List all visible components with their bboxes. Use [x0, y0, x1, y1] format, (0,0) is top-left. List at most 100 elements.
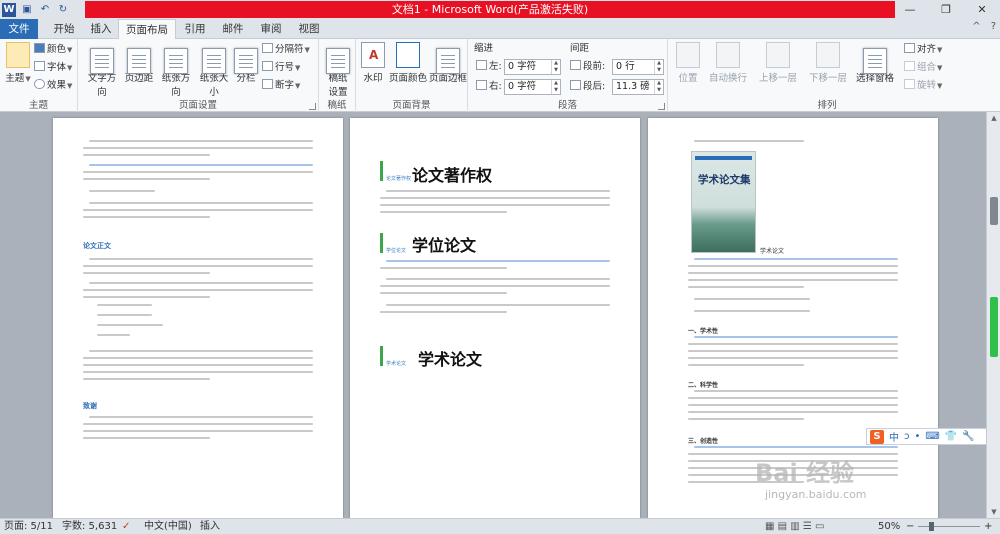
wrap-text-icon [716, 42, 740, 68]
help-icon[interactable]: ? [991, 21, 996, 32]
theme-colors-button[interactable]: 颜色▼ [34, 42, 72, 58]
group-objects-button[interactable]: 组合▼ [904, 60, 942, 76]
page-borders-button[interactable]: 页面边框 [428, 42, 468, 84]
text-line [89, 258, 313, 260]
sogou-logo-icon[interactable]: S [870, 429, 884, 444]
status-language[interactable]: 中文(中国) [144, 519, 192, 534]
align-button[interactable]: 对齐▼ [904, 42, 942, 58]
ime-punct-icon[interactable]: ↄ [904, 431, 910, 442]
book-cover-title: 学术论文集 [698, 174, 751, 186]
line-numbers-button[interactable]: 行号▼ [262, 60, 300, 76]
text-line [694, 140, 804, 142]
ime-mode-label[interactable]: 中 [889, 429, 899, 444]
text-line [83, 430, 313, 432]
columns-button[interactable]: 分栏 [234, 42, 258, 84]
breaks-button[interactable]: 分隔符▼ [262, 42, 310, 58]
text-line [688, 364, 804, 366]
status-page[interactable]: 页面: 5/11 [4, 519, 53, 534]
hyphenation-button[interactable]: 断字▼ [262, 78, 300, 94]
themes-button[interactable]: 主题▼ [4, 42, 32, 84]
ime-keyboard-icon[interactable]: ⌨ [925, 431, 939, 442]
indent-left-input[interactable]: 0 字符 ▲ ▼ [504, 59, 561, 75]
text-line [380, 211, 507, 213]
word-logo-icon[interactable]: W [2, 2, 16, 17]
tab-mailings[interactable]: 邮件 [216, 19, 250, 39]
text-direction-label: 文字方向 [87, 73, 117, 98]
status-insert-mode[interactable]: 插入 [200, 519, 220, 534]
ime-skin-icon[interactable]: 👕 [945, 431, 957, 442]
tab-home[interactable]: 开始 [44, 19, 84, 39]
document-page-1[interactable]: 论文正文 致谢 [53, 118, 343, 518]
page-3-subhead-1: 一、学术性 [688, 328, 719, 335]
orientation-button[interactable]: 纸张方向 [158, 42, 194, 98]
book-cover-image[interactable]: 学术论文集 [691, 151, 756, 253]
position-button[interactable]: 位置 [674, 42, 702, 84]
save-icon[interactable]: ▣ [20, 3, 34, 17]
minimize-ribbon-icon[interactable]: ^ [972, 21, 980, 32]
margins-button[interactable]: 页边距 [124, 42, 154, 84]
theme-effects-button[interactable]: 效果▼ [34, 78, 72, 94]
zoom-out-button[interactable]: − [906, 519, 914, 534]
tab-file[interactable]: 文件 [0, 19, 38, 39]
view-buttons-icon[interactable]: ▦ ▤ ▥ ☰ ▭ [765, 519, 824, 534]
spacing-after-spinner-icon[interactable]: ▲ ▼ [654, 80, 663, 94]
scroll-up-icon[interactable]: ▲ [987, 112, 1000, 124]
spacing-before-spinner-icon[interactable]: ▲ ▼ [654, 60, 663, 74]
rotate-icon [904, 79, 915, 89]
bring-forward-button[interactable]: 上移一层 [754, 42, 802, 84]
draft-paper-button[interactable]: 稿纸 设置 [324, 42, 352, 98]
indent-right-spinner-icon[interactable]: ▲ ▼ [551, 80, 560, 94]
selection-pane-button[interactable]: 选择窗格 [852, 42, 898, 84]
group-objects-label: 组合 [917, 62, 937, 73]
minimize-button[interactable]: — [892, 0, 928, 19]
status-word-count[interactable]: 字数: 5,631 [62, 519, 117, 534]
tab-references[interactable]: 引用 [178, 19, 212, 39]
size-button[interactable]: 纸张大小 [196, 42, 232, 98]
document-page-2[interactable]: 论文著作权 论文著作权 学位论文 学位论文 学术论文 学术论文 [350, 118, 640, 518]
text-line [83, 272, 210, 274]
undo-icon[interactable]: ↶ [38, 3, 52, 17]
page-color-button[interactable]: 页面颜色 [388, 42, 428, 84]
proofing-icon[interactable]: ✓ [122, 519, 130, 534]
redo-icon[interactable]: ↻ [56, 3, 70, 17]
tab-review[interactable]: 审阅 [254, 19, 288, 39]
group-label-draft: 稿纸 [327, 100, 347, 111]
ime-dot-icon[interactable]: • [915, 431, 921, 442]
scroll-down-icon[interactable]: ▼ [987, 506, 1000, 518]
tab-view[interactable]: 视图 [292, 19, 326, 39]
paragraph-launcher-icon[interactable] [658, 103, 665, 110]
text-line [386, 260, 610, 262]
restore-button[interactable]: ❐ [928, 0, 964, 19]
ime-settings-icon[interactable]: 🔧 [962, 431, 974, 442]
zoom-level[interactable]: 50% [878, 519, 900, 534]
indent-right-input[interactable]: 0 字符 ▲ ▼ [504, 79, 561, 95]
document-area[interactable]: 论文正文 致谢 论文著作权 论文著作权 学位论文 学位论文 学术论文 学术论文 … [0, 112, 986, 518]
window-title: 文档1 - Microsoft Word(产品激活失败) [85, 1, 895, 18]
zoom-in-button[interactable]: + [984, 519, 992, 534]
spacing-after-input[interactable]: 11.3 磅 ▲ ▼ [612, 79, 664, 95]
page-color-icon [396, 42, 420, 68]
send-backward-button[interactable]: 下移一层 [804, 42, 852, 84]
page-borders-icon [436, 48, 460, 74]
scroll-thumb[interactable] [990, 197, 998, 225]
tab-insert[interactable]: 插入 [84, 19, 118, 39]
wrap-text-button[interactable]: 自动换行 [704, 42, 752, 84]
tab-page-layout[interactable]: 页面布局 [118, 19, 176, 40]
zoom-slider[interactable] [918, 526, 980, 527]
spacing-before-input[interactable]: 0 行 ▲ ▼ [612, 59, 664, 75]
indent-left-spinner-icon[interactable]: ▲ ▼ [551, 60, 560, 74]
heading-degree-thesis: 学位论文 [412, 236, 477, 255]
close-button[interactable]: ✕ [964, 0, 1000, 19]
text-line [380, 311, 507, 313]
text-direction-button[interactable]: 文字方向 [84, 42, 120, 98]
group-objects-icon [904, 61, 915, 71]
page-setup-launcher-icon[interactable] [309, 103, 316, 110]
theme-fonts-button[interactable]: 字体▼ [34, 60, 72, 76]
ime-toolbar[interactable]: S 中 ↄ • ⌨ 👕 🔧 [866, 428, 986, 445]
vertical-scrollbar[interactable]: ▲ ▼ [986, 112, 1000, 518]
zoom-slider-thumb[interactable] [929, 522, 934, 531]
scroll-marker [990, 297, 998, 357]
text-line [89, 202, 313, 204]
watermark-button[interactable]: 水印 [360, 42, 386, 84]
rotate-button[interactable]: 旋转▼ [904, 78, 942, 94]
